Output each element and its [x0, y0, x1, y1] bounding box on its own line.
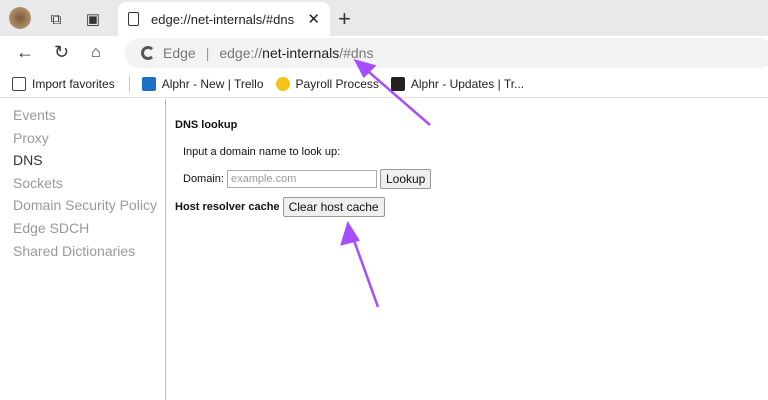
bookmarks-bar: Import favorites Alphr - New | Trello Pa… [0, 70, 768, 98]
bookmark-import-favorites[interactable]: Import favorites [12, 76, 115, 91]
host-resolver-cache-label: Host resolver cache [175, 201, 280, 213]
lookup-prompt: Input a domain name to look up: [183, 146, 341, 158]
arrowhead-clear [340, 220, 360, 246]
tab-active[interactable]: edge://net-internals/#dns ✕ [118, 2, 330, 36]
bookmark-label: Import favorites [32, 76, 115, 91]
bookmark-trello-updates[interactable]: Alphr - Updates | Tr... [390, 76, 525, 91]
address-brand: Edge [163, 45, 196, 61]
vertical-tabs-icon[interactable]: ▣ [83, 9, 103, 29]
bookmark-label: Payroll Process [295, 76, 379, 91]
tab-title: edge://net-internals/#dns [151, 11, 295, 27]
address-host: net-internals [262, 45, 340, 61]
toolbar: ← ↻ ⌂ Edge | edge://net-internals/#dns [0, 36, 768, 70]
edge-logo-icon [141, 46, 155, 60]
sidebar-item-edge-sdch[interactable]: Edge SDCH [13, 217, 165, 240]
home-icon[interactable]: ⌂ [91, 44, 101, 62]
document-icon [128, 12, 139, 26]
sidebar-item-dns[interactable]: DNS [13, 149, 165, 172]
bookmark-trello-new[interactable]: Alphr - New | Trello [141, 76, 264, 91]
dns-panel: DNS lookup Input a domain name to look u… [175, 119, 432, 217]
back-icon[interactable]: ← [16, 42, 34, 63]
lookup-button[interactable]: Lookup [379, 169, 432, 189]
dns-lookup-heading: DNS lookup [175, 119, 238, 131]
sidebar-item-domain-security-policy[interactable]: Domain Security Policy [13, 194, 165, 217]
workspaces-icon[interactable]: ⧉ [46, 9, 66, 29]
close-tab-icon[interactable]: ✕ [307, 10, 320, 28]
address-prefix: edge:// [219, 45, 263, 61]
bookmark-payroll[interactable]: Payroll Process [275, 76, 379, 91]
sidebar-item-sockets[interactable]: Sockets [13, 172, 165, 195]
divider [128, 75, 130, 92]
sidebar-item-shared-dictionaries[interactable]: Shared Dictionaries [13, 240, 165, 263]
address-separator: | [205, 45, 210, 61]
trello-icon [390, 76, 405, 91]
sidebar-item-events[interactable]: Events [13, 104, 165, 127]
domain-label: Domain: [183, 173, 224, 185]
profile-avatar[interactable] [9, 7, 31, 29]
tab-bar: ⧉ ▣ edge://net-internals/#dns ✕ + [0, 0, 768, 36]
sidebar: Events Proxy DNS Sockets Domain Security… [0, 99, 166, 400]
arrow-to-clear-button [349, 231, 380, 308]
new-tab-button[interactable]: + [338, 6, 351, 32]
clear-host-cache-button[interactable]: Clear host cache [282, 197, 385, 217]
trello-icon [141, 76, 156, 91]
refresh-icon[interactable]: ↻ [54, 42, 69, 63]
folder-import-icon [12, 76, 26, 91]
bookmark-label: Alphr - Updates | Tr... [410, 76, 525, 91]
address-bar[interactable]: Edge | edge://net-internals/#dns [125, 38, 768, 68]
payroll-icon [275, 76, 290, 91]
domain-input[interactable]: example.com [226, 170, 377, 188]
bookmark-label: Alphr - New | Trello [161, 76, 264, 91]
sidebar-item-proxy[interactable]: Proxy [13, 127, 165, 150]
address-suffix: /#dns [339, 45, 374, 61]
